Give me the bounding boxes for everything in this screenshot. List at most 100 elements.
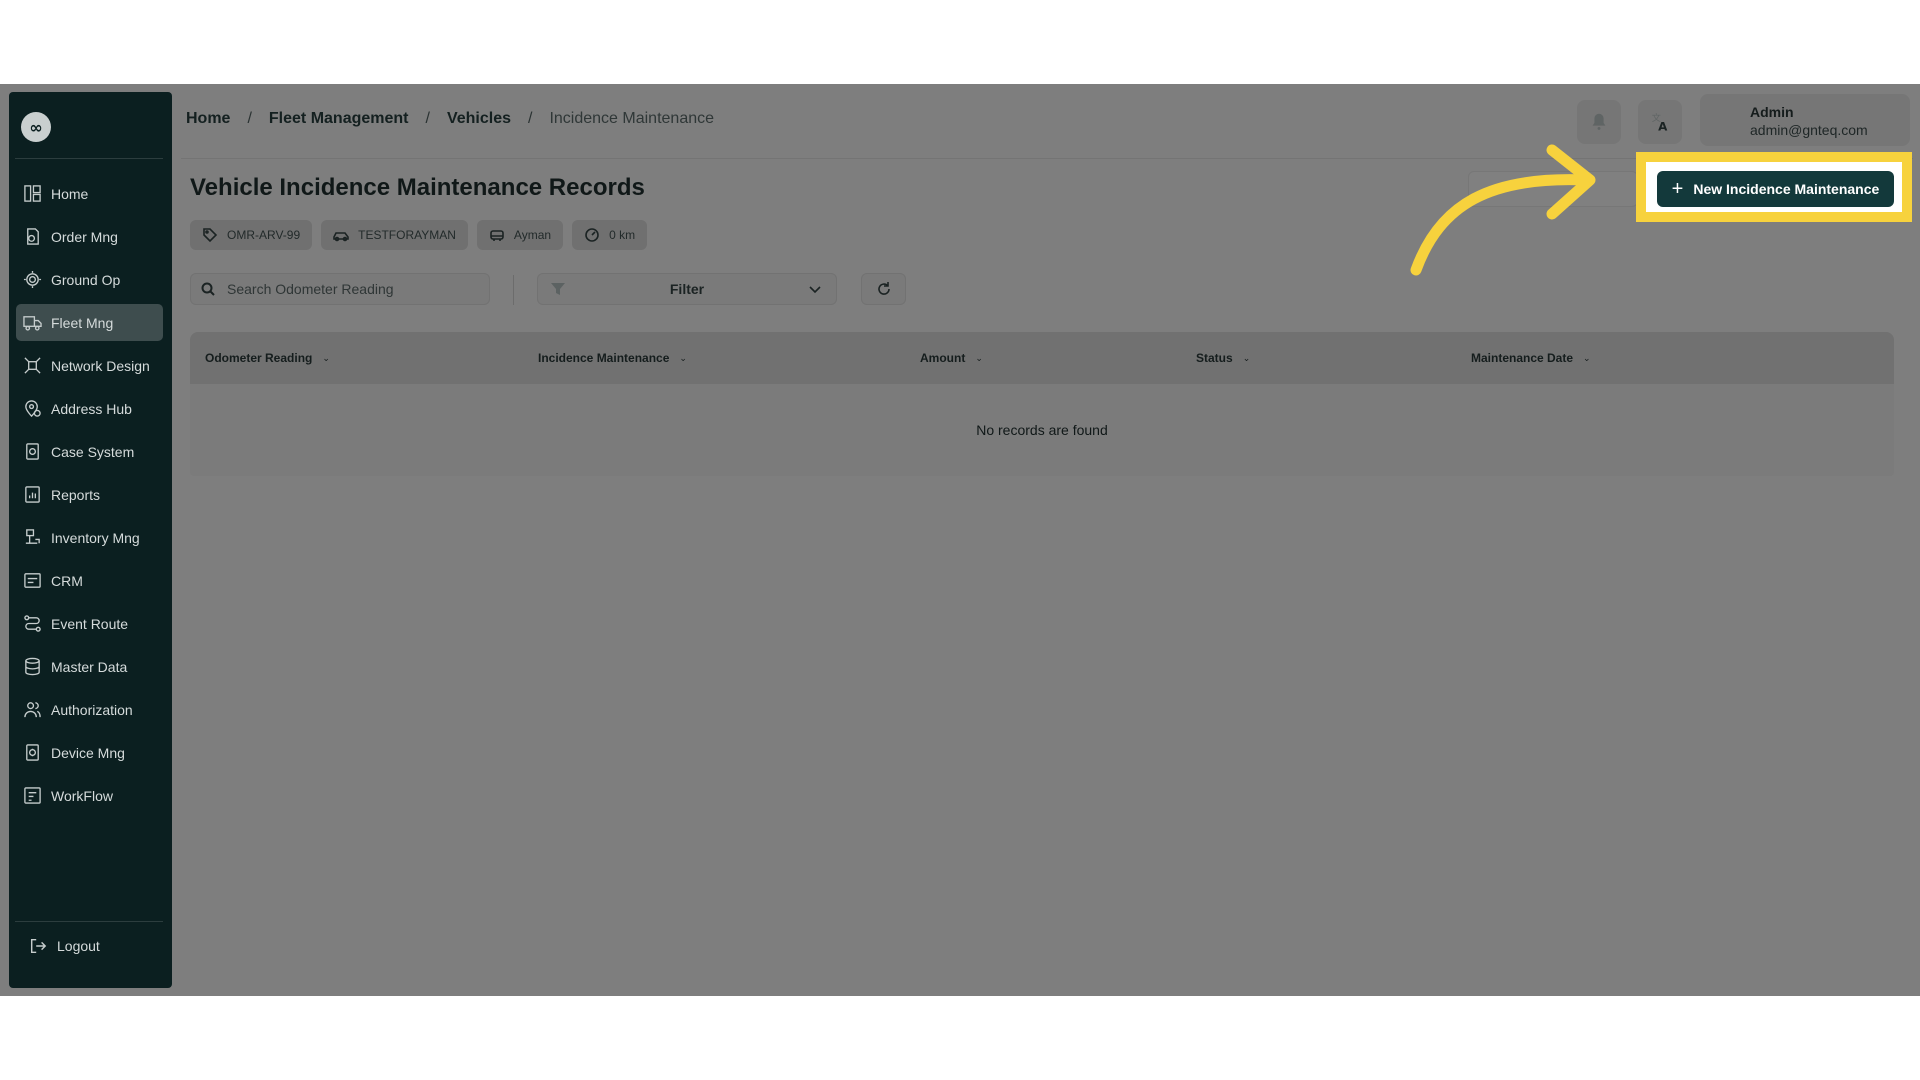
breadcrumb-current: Incidence Maintenance [549,110,715,127]
logout-icon [30,938,47,954]
bell-icon [1592,113,1606,130]
order-icon [22,227,42,247]
user-email: admin@gnteq.com [1750,122,1868,138]
sidebar-item-address-hub[interactable]: Address Hub [16,390,163,427]
chip-driver: Ayman [476,220,564,250]
database-icon [22,657,42,677]
vehicle-info-chips: OMR-ARV-99 TESTFORAYMAN Ayman 0 km [190,220,656,250]
sidebar-item-fleet-mng[interactable]: Fleet Mng [16,304,163,341]
sidebar-item-label: Fleet Mng [51,314,114,331]
tag-icon [203,228,218,243]
gauge-icon [585,228,599,242]
route-icon [22,614,42,634]
table-header: Odometer Reading ⌄ Incidence Maintenance ⌄… [190,332,1894,384]
page-title: Vehicle Incidence Maintenance Records [190,174,645,201]
new-incidence-maintenance-button[interactable]: + New Incidence Maintenance [1657,171,1894,207]
language-button[interactable]: 文A [1638,100,1682,144]
sidebar-item-label: Device Mng [51,744,125,761]
sidebar-item-order-mng[interactable]: Order Mng [16,218,163,255]
sidebar-item-device-mng[interactable]: Device Mng [16,734,163,771]
chip-label: Ayman [513,228,552,242]
sidebar-item-label: Case System [51,443,135,460]
breadcrumb-separator: / [247,110,252,127]
truck-icon [22,313,42,333]
sidebar-item-workflow[interactable]: WorkFlow [16,777,163,814]
sidebar-item-inventory-mng[interactable]: Inventory Mng [16,519,163,556]
refresh-icon [877,282,890,295]
breadcrumb-fleet-management[interactable]: Fleet Management [269,110,409,128]
column-label: Status [1196,351,1233,365]
sidebar: ∞ Home Order Mng Ground Op Fleet Mng Net… [9,92,172,988]
user-menu[interactable]: Admin admin@gnteq.com [1700,94,1910,146]
filter-dropdown[interactable]: Filter [537,273,837,305]
breadcrumb-vehicles[interactable]: Vehicles [447,110,511,128]
column-label: Odometer Reading [205,351,313,365]
sidebar-item-home[interactable]: Home [16,175,163,212]
sidebar-divider [15,921,163,922]
ground-op-icon [22,270,42,290]
breadcrumb-separator: / [425,110,430,127]
user-name: Admin [1750,104,1794,120]
column-header-amount[interactable]: Amount ⌄ [920,351,983,365]
sidebar-item-label: Address Hub [51,400,132,417]
logout-button[interactable]: Logout [29,937,100,955]
app-screen: ∞ Home Order Mng Ground Op Fleet Mng Net… [0,84,1920,996]
notifications-button[interactable] [1577,100,1621,144]
sidebar-item-ground-op[interactable]: Ground Op [16,261,163,298]
sidebar-item-label: WorkFlow [51,787,113,804]
sidebar-item-network-design[interactable]: Network Design [16,347,163,384]
search-input[interactable] [227,281,477,297]
sort-chevron-icon: ⌄ [1242,352,1251,363]
translate-icon: 文A [1652,112,1668,133]
case-icon [22,442,42,462]
sidebar-nav: Home Order Mng Ground Op Fleet Mng Netwo… [16,175,163,820]
column-header-status[interactable]: Status ⌄ [1196,351,1250,365]
column-label: Maintenance Date [1471,351,1574,365]
chip-label: OMR-ARV-99 [227,228,301,242]
sidebar-item-case-system[interactable]: Case System [16,433,163,470]
chip-vehicle: TESTFORAYMAN [321,220,468,250]
search-icon [201,282,215,296]
driver-icon [490,230,504,241]
device-icon [22,743,42,763]
sidebar-item-label: CRM [51,572,83,589]
records-table: Odometer Reading ⌄ Incidence Maintenance ⌄… [190,332,1894,476]
column-header-odometer-reading[interactable]: Odometer Reading ⌄ [205,351,330,365]
breadcrumb-separator: / [528,110,533,127]
column-header-maintenance-date[interactable]: Maintenance Date ⌄ [1471,351,1591,365]
home-icon [22,184,42,204]
sort-chevron-icon: ⌄ [1583,352,1591,363]
filter-label: Filter [669,281,705,297]
refresh-button[interactable] [861,273,906,305]
sidebar-item-reports[interactable]: Reports [16,476,163,513]
sort-chevron-icon: ⌄ [975,352,983,363]
new-button-label: New Incidence Maintenance [1693,181,1880,197]
sidebar-item-crm[interactable]: CRM [16,562,163,599]
report-icon [22,485,42,505]
column-header-incidence-maintenance[interactable]: Incidence Maintenance ⌄ [538,351,687,365]
users-icon [22,700,42,720]
funnel-icon [551,283,565,295]
car-icon [333,232,349,242]
toolbar-divider [513,275,514,305]
sidebar-item-label: Network Design [51,357,150,374]
workflow-icon [22,786,42,806]
app-logo[interactable]: ∞ [21,112,51,142]
sidebar-item-event-route[interactable]: Event Route [16,605,163,642]
chip-plate: OMR-ARV-99 [190,220,313,250]
breadcrumb-home[interactable]: Home [186,110,230,128]
table-empty-state: No records are found [190,384,1894,476]
search-field[interactable] [190,273,490,305]
sidebar-item-label: Order Mng [51,228,118,245]
plus-icon: + [1671,178,1684,200]
sidebar-item-label: Master Data [51,658,128,675]
sidebar-divider [15,158,163,159]
logout-label: Logout [57,938,100,954]
sort-chevron-icon: ⌄ [322,352,330,363]
sidebar-item-label: Authorization [51,701,133,718]
sidebar-item-authorization[interactable]: Authorization [16,691,163,728]
location-pin-icon [22,399,42,419]
svg-text:A: A [1658,119,1668,133]
sidebar-item-label: Ground Op [51,271,121,288]
sidebar-item-master-data[interactable]: Master Data [16,648,163,685]
